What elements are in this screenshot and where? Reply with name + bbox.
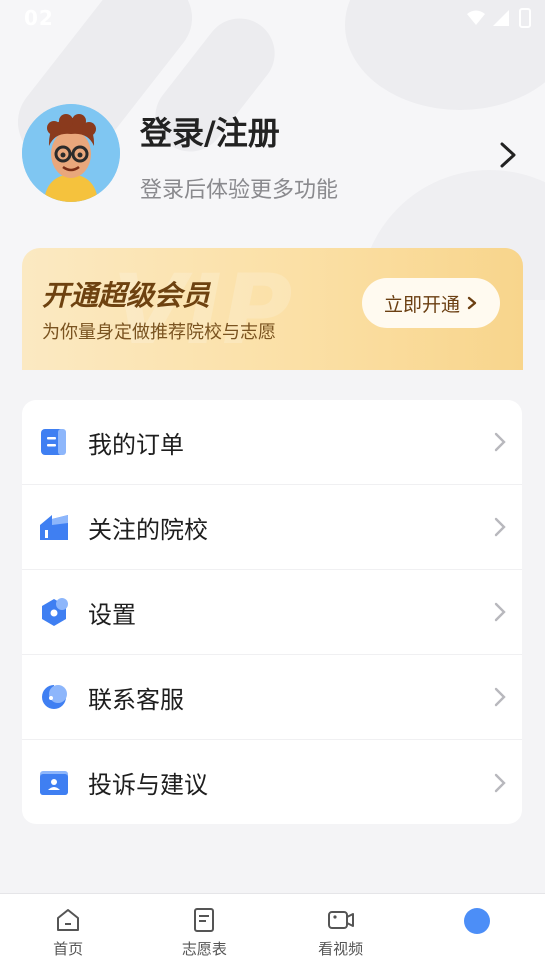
menu-item-customer-service[interactable]: 联系客服 <box>22 655 522 740</box>
chevron-right-icon <box>467 296 477 310</box>
open-vip-button[interactable]: 立即开通 <box>362 278 500 328</box>
open-vip-button-label: 立即开通 <box>383 294 460 316</box>
login-register-title[interactable]: 登录/注册 <box>140 108 280 154</box>
menu-item-label: 关注的院校 <box>88 515 208 544</box>
menu-item-feedback[interactable]: 投诉与建议 <box>22 740 522 824</box>
menu-item-label: 我的订单 <box>88 430 184 459</box>
form-icon <box>194 908 215 932</box>
vip-subtitle: 为你量身定做推荐院校与志愿 <box>42 322 276 343</box>
settings-icon <box>42 598 68 626</box>
avatar-icon <box>22 104 120 202</box>
tab-label: 看视频 <box>318 940 364 958</box>
menu-item-settings[interactable]: 设置 <box>22 570 522 655</box>
menu-item-orders[interactable]: 我的订单 <box>22 400 522 485</box>
feedback-icon <box>40 770 68 795</box>
status-time: 02 <box>24 6 54 30</box>
tab-videos[interactable]: 看视频 <box>273 894 409 970</box>
menu-list: 我的订单 关注的院校 设置 联系客服 投诉与建议 <box>22 400 522 824</box>
menu-item-label: 设置 <box>88 600 136 629</box>
vip-banner[interactable]: VIP 开通超级会员 为你量身定做推荐院校与志愿 立即开通 <box>22 248 523 370</box>
tab-volunteer-form[interactable]: 志愿表 <box>136 894 272 970</box>
order-icon <box>41 429 66 455</box>
chevron-right-icon <box>494 517 506 537</box>
chevron-right-icon <box>494 773 506 792</box>
video-icon <box>327 911 354 929</box>
status-bar: 02 <box>0 0 545 36</box>
home-icon <box>57 909 80 931</box>
tab-label: 首页 <box>53 940 84 958</box>
profile-dot-icon <box>463 908 490 934</box>
login-subtitle: 登录后体验更多功能 <box>140 178 339 203</box>
chevron-right-icon <box>494 432 506 452</box>
wifi-icon <box>467 10 485 25</box>
tab-home[interactable]: 首页 <box>0 894 136 970</box>
tab-me[interactable] <box>409 894 545 970</box>
customer-service-icon <box>42 685 67 709</box>
chevron-right-icon <box>494 602 506 622</box>
school-icon <box>40 515 68 540</box>
status-icons <box>467 8 531 28</box>
menu-item-label: 联系客服 <box>88 685 184 714</box>
tab-label: 志愿表 <box>181 940 227 958</box>
avatar[interactable] <box>22 104 120 202</box>
battery-icon <box>519 8 531 28</box>
signal-icon <box>493 10 509 26</box>
chevron-right-icon <box>494 687 506 707</box>
vip-title: 开通超级会员 <box>42 279 211 312</box>
profile-header[interactable]: 登录/注册 登录后体验更多功能 <box>22 104 522 204</box>
bottom-tab-bar: 首页 志愿表 看视频 <box>0 893 545 970</box>
menu-item-followed-schools[interactable]: 关注的院校 <box>22 485 522 570</box>
menu-item-label: 投诉与建议 <box>88 771 208 799</box>
chevron-right-icon[interactable] <box>496 140 520 170</box>
